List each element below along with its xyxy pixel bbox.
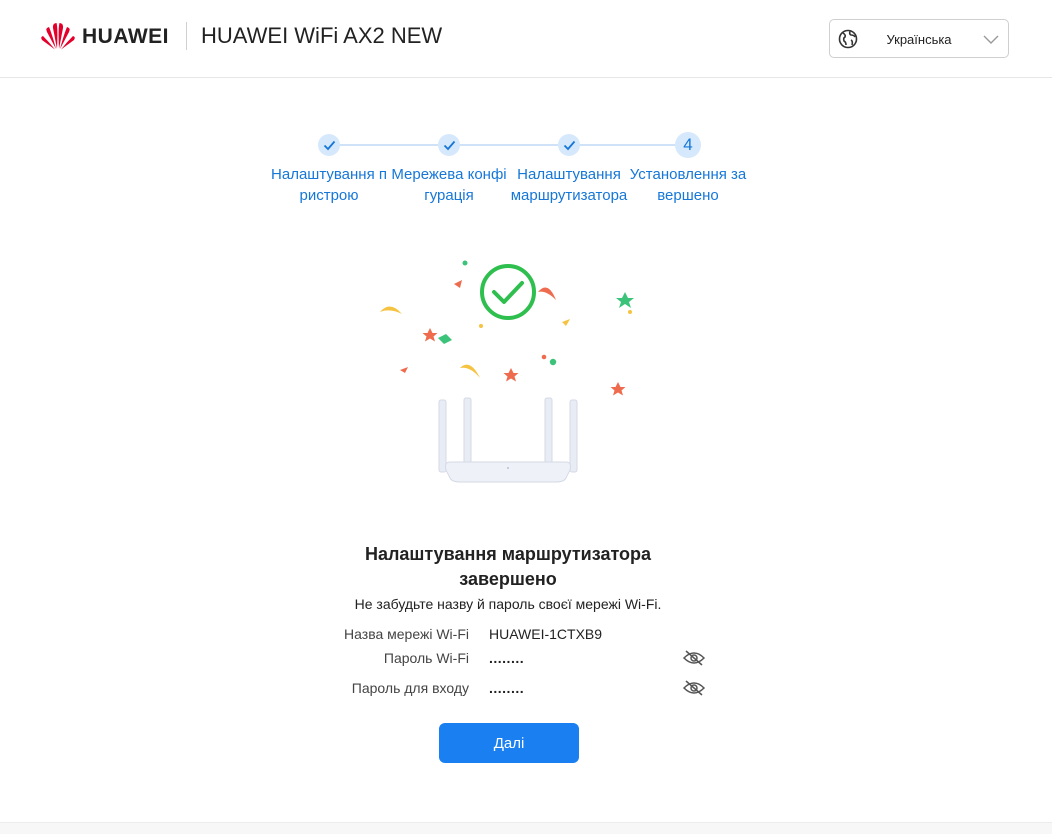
wifi-password-label: Пароль Wi-Fi — [383, 650, 469, 666]
step-connector — [579, 144, 675, 146]
title-line-2: завершено — [459, 569, 557, 589]
language-select[interactable]: Українська — [829, 19, 1009, 58]
language-selected: Українська — [886, 32, 952, 47]
step-1-label: Налаштування пристрою — [271, 166, 387, 204]
wifi-name-row: Назва мережі Wi-Fi HUAWEI-1CTXB9 — [300, 624, 720, 646]
wifi-name-value: HUAWEI-1CTXB9 — [489, 626, 603, 642]
product-name: HUAWEI WiFi AX2 NEW — [201, 23, 443, 48]
step-3-label: Налаштування маршрутизатора — [510, 166, 628, 204]
eye-hidden-icon[interactable] — [682, 648, 706, 668]
login-password-row: Пароль для входу ........ — [300, 678, 720, 700]
eye-hidden-icon[interactable] — [682, 678, 706, 698]
page-subtitle: Не забудьте назву й пароль своєї мережі … — [354, 596, 662, 612]
step-4-label: Установлення завершено — [629, 166, 747, 204]
login-password-value: ........ — [489, 680, 525, 696]
success-check-icon — [480, 264, 536, 320]
wifi-password-value: ........ — [489, 650, 525, 666]
wifi-password-row: Пароль Wi-Fi ........ — [300, 648, 720, 670]
router-icon — [438, 397, 578, 483]
brand-name: HUAWEI — [82, 25, 169, 48]
confetti-decoration — [380, 260, 634, 396]
check-icon — [563, 140, 575, 150]
page-title: Налаштування маршрутизатора завершено — [300, 542, 716, 592]
header-divider — [186, 22, 187, 50]
check-icon — [443, 140, 455, 150]
chevron-down-icon — [983, 35, 999, 44]
login-password-label: Пароль для входу — [351, 680, 469, 696]
setup-stepper: 4 Налаштування пристрою Мережева конфігу… — [0, 130, 1052, 210]
wifi-name-label: Назва мережі Wi-Fi — [344, 626, 469, 642]
step-4-dot: 4 — [675, 132, 701, 158]
step-number: 4 — [683, 135, 693, 154]
step-3-dot — [558, 134, 580, 156]
router-success-illustration — [380, 260, 634, 483]
step-connector — [459, 144, 559, 146]
step-2-label: Мережева конфігурація — [391, 166, 507, 204]
step-1-dot — [318, 134, 340, 156]
step-connector — [339, 144, 439, 146]
globe-icon — [838, 29, 858, 49]
header: HUAWEI HUAWEI WiFi AX2 NEW Українська — [0, 0, 1052, 78]
next-button[interactable]: Далі — [439, 723, 579, 763]
footer-strip — [0, 822, 1052, 834]
huawei-logo-icon — [41, 23, 75, 50]
title-line-1: Налаштування маршрутизатора — [364, 544, 652, 564]
step-2-dot — [438, 134, 460, 156]
check-icon — [323, 140, 335, 150]
